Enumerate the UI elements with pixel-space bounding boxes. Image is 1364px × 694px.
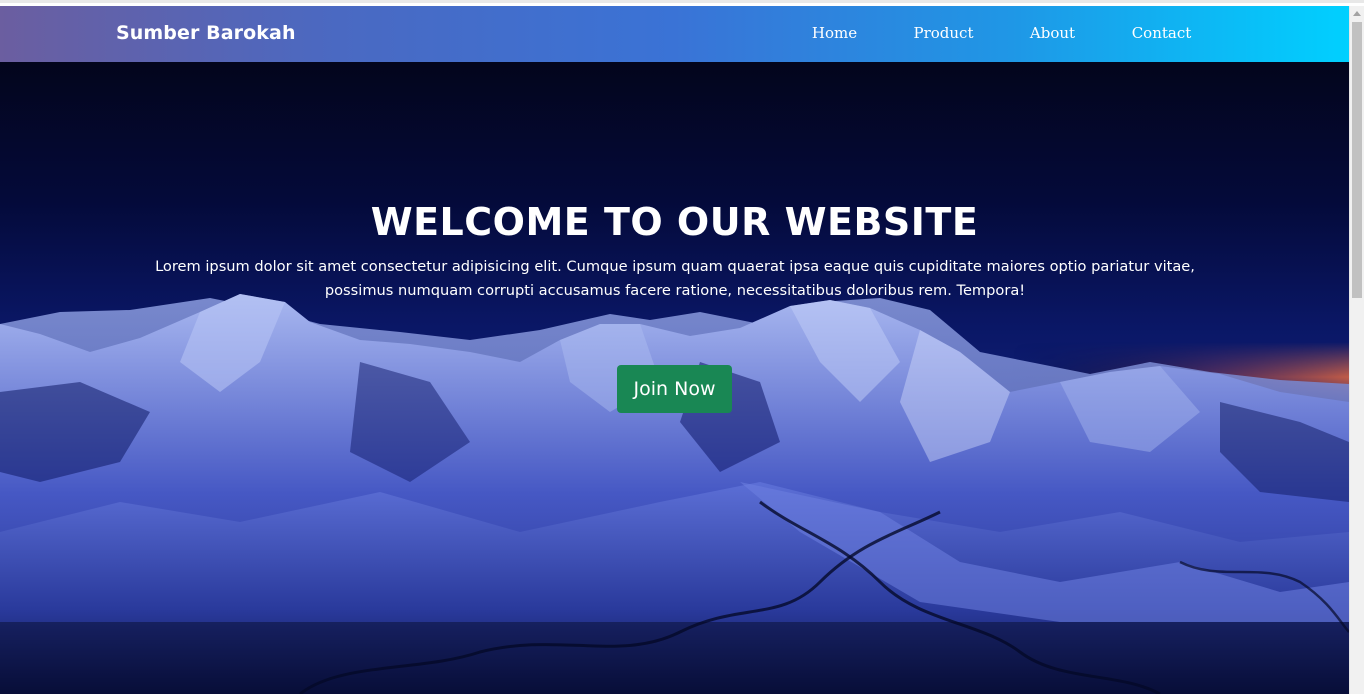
navbar: Sumber Barokah Home Product About Contac…: [0, 6, 1349, 62]
page: Sumber Barokah Home Product About Contac…: [0, 6, 1349, 694]
hero-section: WELCOME TO OUR WEBSITE Lorem ipsum dolor…: [0, 62, 1349, 694]
browser-viewport: Sumber Barokah Home Product About Contac…: [0, 0, 1364, 694]
scrollbar-thumb[interactable]: [1352, 22, 1362, 298]
join-now-button[interactable]: Join Now: [617, 365, 732, 413]
hero-description: Lorem ipsum dolor sit amet consectetur a…: [155, 258, 1195, 299]
nav-link-product[interactable]: Product: [889, 24, 998, 44]
vertical-scrollbar[interactable]: [1349, 6, 1364, 694]
nav-link-contact[interactable]: Contact: [1107, 24, 1216, 44]
nav-links: Home Product About Contact: [780, 6, 1216, 62]
scroll-up-arrow-icon[interactable]: [1353, 11, 1361, 16]
brand-logo[interactable]: Sumber Barokah: [116, 22, 296, 44]
hero-title: WELCOME TO OUR WEBSITE: [370, 200, 979, 244]
nav-link-home[interactable]: Home: [780, 24, 889, 44]
nav-link-about[interactable]: About: [998, 24, 1107, 44]
